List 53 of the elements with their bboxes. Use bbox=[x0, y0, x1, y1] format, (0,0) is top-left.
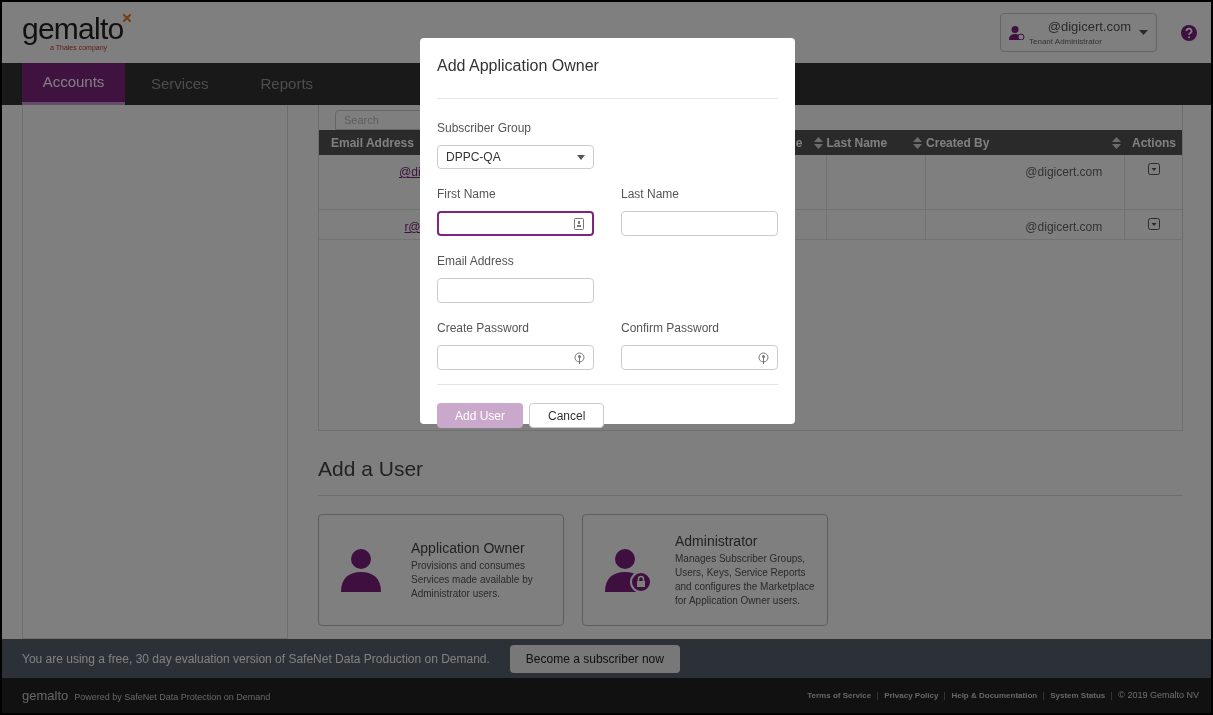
footer-logo: gemalto bbox=[22, 686, 69, 705]
section-title: Add a User bbox=[318, 453, 1183, 496]
sort-icon[interactable] bbox=[913, 136, 923, 149]
footer-link[interactable]: Privacy Policy bbox=[884, 689, 939, 702]
card-description: Provisions and consumes Services made available by Administrator users. bbox=[411, 559, 534, 601]
user-type-card[interactable]: Application Owner Provisions and consumes Services made available by Administrator users. bbox=[318, 513, 564, 626]
contact-card-icon bbox=[574, 217, 584, 230]
column-header: Last Name bbox=[826, 134, 888, 152]
footer-link[interactable]: System Status bbox=[1050, 689, 1106, 702]
banner-text: You are using a free, 30 day evaluation version of SafeNet Data Production on Demand. bbox=[22, 650, 490, 668]
footer-link[interactable]: Terms of Service bbox=[807, 689, 872, 702]
subscribe-button[interactable]: Become a subscriber now bbox=[509, 644, 680, 673]
column-header: Actions bbox=[1132, 134, 1176, 152]
field-label: Email Address bbox=[437, 253, 515, 270]
user-menu[interactable]: @digicert.com Tenant Administrator bbox=[1000, 13, 1157, 52]
key-icon bbox=[574, 351, 585, 364]
column-header: Created By bbox=[926, 134, 990, 152]
user-role: Tenant Administrator bbox=[1029, 36, 1103, 49]
nav-tab[interactable]: Accounts bbox=[22, 63, 125, 105]
locked-user-icon bbox=[605, 547, 651, 592]
cancel-button[interactable]: Cancel bbox=[529, 403, 605, 428]
table-cell-text: @digicert.com bbox=[1025, 164, 1103, 181]
user-admin-icon bbox=[1009, 25, 1025, 40]
field-label: First Name bbox=[437, 186, 497, 203]
email-link[interactable]: @di bbox=[399, 163, 421, 209]
footer-link[interactable]: Help & Documentation bbox=[951, 689, 1038, 702]
email-link[interactable]: r@ bbox=[404, 218, 421, 239]
card-description: Manages Subscriber Groups, Users, Keys, Service Reports and configures the Marketplace for Application Owner users. bbox=[675, 552, 815, 608]
field-label: Confirm Password bbox=[621, 320, 721, 337]
key-icon bbox=[758, 351, 769, 364]
row-actions-icon[interactable] bbox=[1147, 218, 1160, 230]
help-icon[interactable] bbox=[1181, 24, 1197, 41]
column-header: e bbox=[795, 134, 803, 152]
table-cell-text: @digicert.com bbox=[1025, 219, 1103, 236]
caret-icon bbox=[1139, 30, 1148, 35]
sort-icon[interactable] bbox=[1112, 136, 1122, 149]
user-email: @digicert.com bbox=[1046, 17, 1131, 36]
card-title: Application Owner bbox=[411, 539, 526, 558]
field-label: Last Name bbox=[621, 186, 681, 203]
logo: gemalto bbox=[22, 14, 124, 44]
copyright: © 2019 Gemalto NV bbox=[1118, 688, 1199, 702]
user-type-card[interactable]: Administrator Manages Subscriber Groups, Users, Keys, Service Reports and configures the Marketplace for Application Owner users. bbox=[582, 513, 828, 626]
input-field[interactable] bbox=[437, 211, 594, 236]
card-title: Administrator bbox=[675, 532, 759, 551]
field-label: Create Password bbox=[437, 320, 531, 337]
sort-icon[interactable] bbox=[813, 136, 823, 149]
modal-title: Add Application Owner bbox=[437, 38, 778, 99]
row-actions-icon[interactable] bbox=[1147, 163, 1160, 175]
subscriber-group-select[interactable]: DPPC-QA bbox=[437, 145, 594, 169]
column-header: Email Address bbox=[331, 134, 414, 152]
star-mark-icon bbox=[123, 14, 132, 22]
field-label: Subscriber Group bbox=[437, 120, 533, 137]
powered-by-text: Powered by SafeNet Data Protection on Demand bbox=[74, 690, 271, 704]
